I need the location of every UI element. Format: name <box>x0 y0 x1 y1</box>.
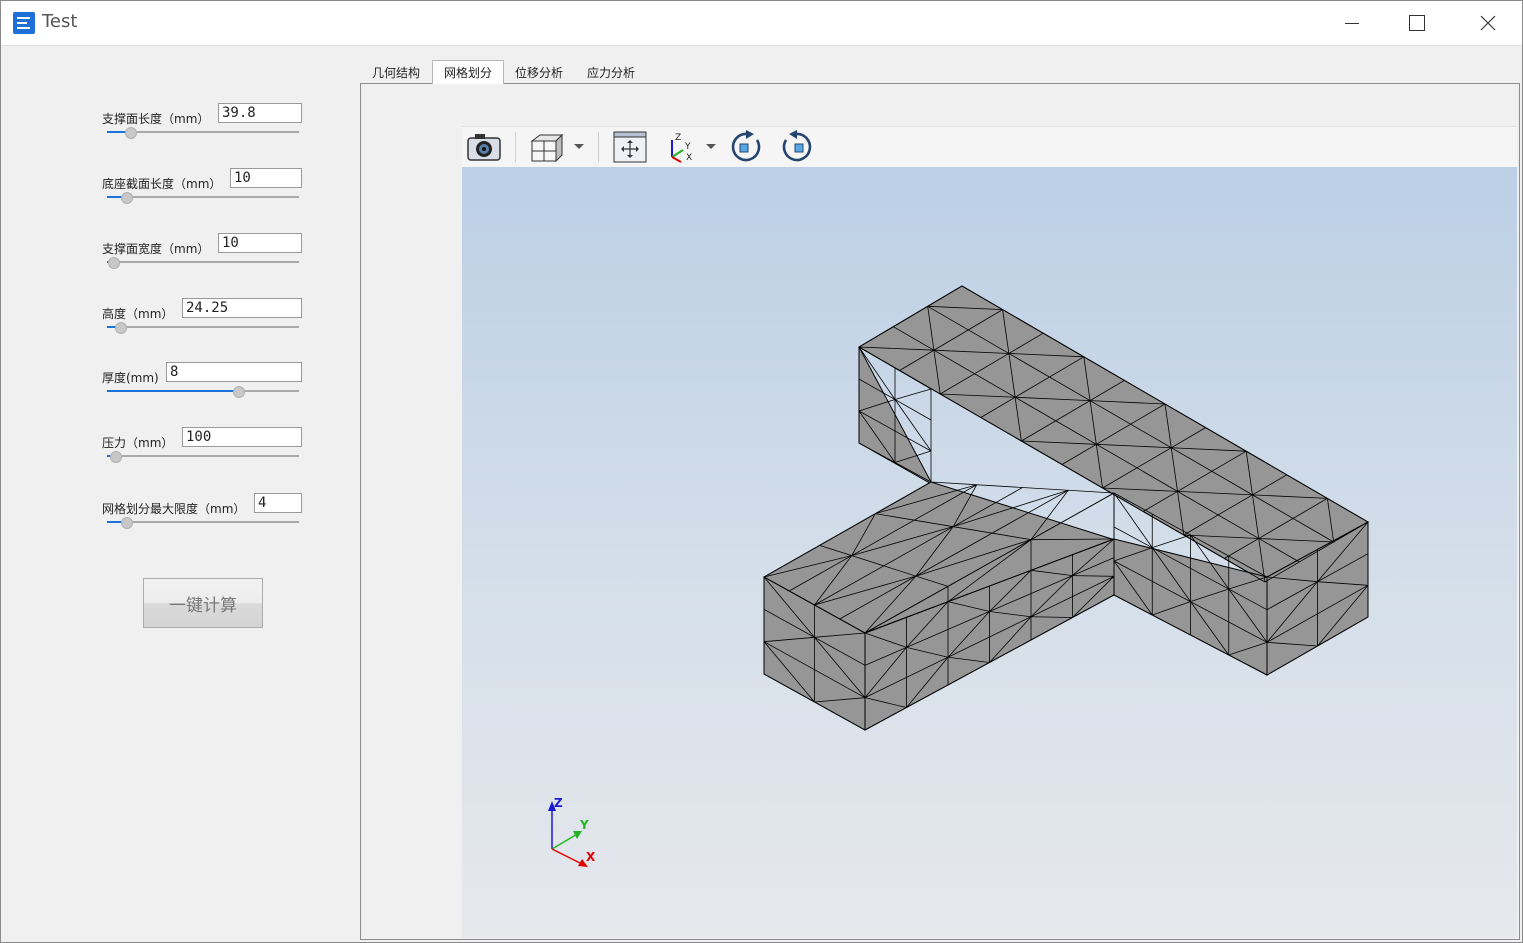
view-cube-icon <box>530 133 564 163</box>
viewer-toolbar: Z Y X <box>462 126 1517 168</box>
slider-thumb[interactable] <box>121 517 134 529</box>
window-title: Test <box>42 11 78 32</box>
base-section-length-input[interactable]: 10 <box>230 168 302 188</box>
thickness-input[interactable]: 8 <box>166 362 302 382</box>
rotate-cw-icon <box>731 130 761 162</box>
view-cube-button[interactable] <box>528 130 564 164</box>
param-mesh-max-size: 网格划分最大限度（mm） 4 <box>102 493 302 543</box>
param-label: 高度（mm） <box>102 307 174 321</box>
app-icon <box>13 12 35 34</box>
param-height: 高度（mm） 24.25 <box>102 298 302 348</box>
toolbar-separator <box>515 132 516 162</box>
toolbar-separator <box>598 132 599 162</box>
param-support-length: 支撑面长度（mm） 39.8 <box>102 103 302 153</box>
rotate-cw-button[interactable] <box>730 130 764 164</box>
mesh-edge <box>894 388 932 400</box>
height-slider[interactable] <box>107 322 299 334</box>
tab-mesh[interactable]: 网格划分 <box>432 60 504 84</box>
rotate-ccw-button[interactable] <box>779 130 813 164</box>
slider-thumb[interactable] <box>107 257 120 269</box>
base-section-length-slider[interactable] <box>107 192 299 204</box>
close-icon <box>1480 15 1496 31</box>
toolbar-y-label: Y <box>684 142 691 152</box>
param-pressure: 压力（mm） 100 <box>102 427 302 477</box>
rotate-ccw-icon <box>782 130 812 162</box>
mesh-max-size-slider[interactable] <box>107 517 299 529</box>
minimize-icon <box>1345 22 1359 24</box>
axis-x-label: X <box>586 850 596 864</box>
support-length-slider[interactable] <box>107 127 299 139</box>
param-label: 厚度(mm) <box>102 371 159 385</box>
3d-viewport[interactable]: Z Y X <box>462 167 1517 938</box>
chevron-down-icon[interactable] <box>706 144 716 149</box>
param-support-width: 支撑面宽度（mm） 10 <box>102 233 302 283</box>
tab-displacement[interactable]: 位移分析 <box>504 62 574 83</box>
mesh-max-size-input[interactable]: 4 <box>254 493 302 513</box>
slider-thumb[interactable] <box>232 386 245 398</box>
param-thickness: 厚度(mm) 8 <box>102 362 302 412</box>
param-label: 底座截面长度（mm） <box>102 177 222 191</box>
param-label: 压力（mm） <box>102 436 174 450</box>
maximize-icon <box>1409 15 1425 31</box>
slider-thumb[interactable] <box>121 192 134 204</box>
axes-orientation-icon: Z Y X <box>671 133 692 163</box>
support-length-input[interactable]: 39.8 <box>218 103 302 123</box>
pressure-slider[interactable] <box>107 451 299 463</box>
axis-triad: Z Y X <box>548 796 596 867</box>
support-width-slider[interactable] <box>107 257 299 269</box>
mesh-edge <box>1152 534 1191 549</box>
param-label: 支撑面长度（mm） <box>102 112 210 126</box>
mesh-model[interactable] <box>462 167 1517 938</box>
support-width-input[interactable]: 10 <box>218 233 302 253</box>
axis-z-label: Z <box>554 796 563 810</box>
axes-orientation-button[interactable]: Z Y X <box>664 130 696 164</box>
title-bar: Test <box>1 1 1522 46</box>
tab-geometry[interactable]: 几何结构 <box>361 62 431 83</box>
thickness-slider[interactable] <box>107 386 299 398</box>
slider-thumb[interactable] <box>125 127 138 139</box>
maximize-button[interactable] <box>1382 1 1452 45</box>
slider-thumb[interactable] <box>109 451 122 463</box>
param-label: 网格划分最大限度（mm） <box>102 502 246 516</box>
height-input[interactable]: 24.25 <box>182 298 302 318</box>
toolbar-x-label: X <box>686 153 692 163</box>
axis-y-label: Y <box>579 818 589 832</box>
param-base-section-length: 底座截面长度（mm） 10 <box>102 168 302 218</box>
toolbar-z-label: Z <box>675 133 681 143</box>
slider-fill <box>107 390 238 392</box>
minimize-button[interactable] <box>1317 1 1387 45</box>
fit-view-button[interactable] <box>612 130 648 164</box>
camera-icon <box>467 134 501 161</box>
fit-view-icon <box>613 131 647 163</box>
screenshot-button[interactable] <box>466 130 502 164</box>
slider-thumb[interactable] <box>115 322 128 334</box>
pressure-input[interactable]: 100 <box>182 427 302 447</box>
calculate-button[interactable]: 一键计算 <box>143 578 263 628</box>
param-label: 支撑面宽度（mm） <box>102 242 210 256</box>
tab-stress[interactable]: 应力分析 <box>576 62 646 83</box>
chevron-down-icon[interactable] <box>574 144 584 149</box>
close-button[interactable] <box>1453 1 1523 45</box>
